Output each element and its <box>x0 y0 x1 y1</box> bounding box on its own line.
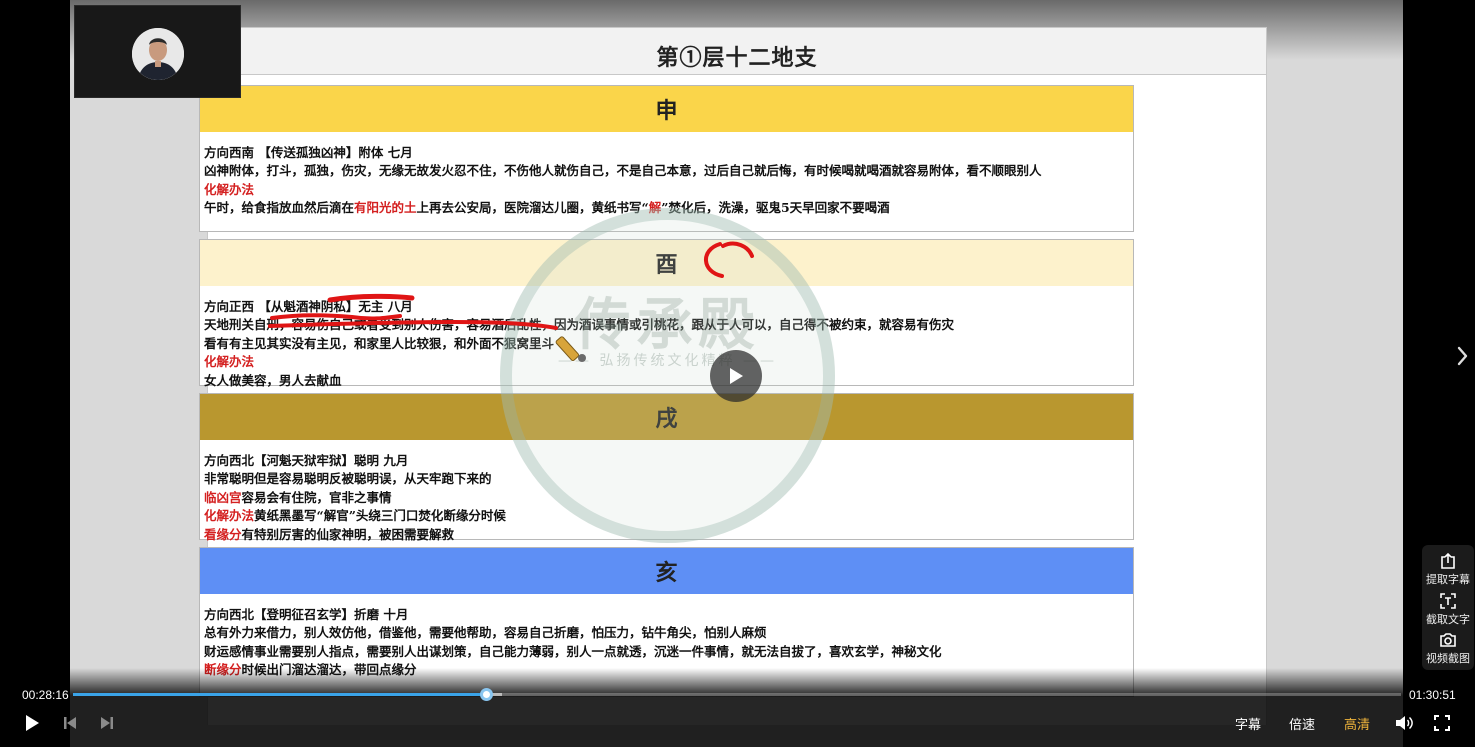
highlight-text: 临凶宫 <box>204 489 242 505</box>
body-text: ”焚化后，洗澡，驱鬼5天早回家不要喝酒 <box>661 200 890 216</box>
play-button[interactable] <box>22 712 42 734</box>
body-text: 午时，给食指放血然后滴在 <box>204 200 355 216</box>
body-text: 凶神附体，打斗，孤独，伤灾，无缘无故发火忍不住，不伤他人就伤自己，不是自己本意，… <box>204 163 1042 179</box>
highlight-text: 解 <box>648 200 662 216</box>
section-line: 方向正西 【从魁酒神阴私】无主 八月 <box>204 298 1129 316</box>
section-line: 看有有主见其实没有主见，和家里人比较狠，和外面不狠窝里斗 <box>204 335 1129 353</box>
fullscreen-button[interactable] <box>1431 712 1453 734</box>
highlight-text: 化解办法 <box>204 508 255 524</box>
play-icon <box>730 368 743 384</box>
body-text: 方向西北【河魁天狱牢狱】聪明 九月 <box>204 453 409 468</box>
slide-section: 申方向西南 【传送孤独凶神】附体 七月凶神附体，打斗，孤独，伤灾，无缘无故发火忍… <box>199 85 1134 232</box>
body-text: 容易会有住院，官非之事情 <box>241 489 392 505</box>
play-icon <box>26 715 39 731</box>
body-text: 方向西南 【传送孤独凶神】附体 七月 <box>204 145 413 160</box>
section-line: 天地刑关自刑，容易伤自己或者受到别人伤害，容易酒后乱性，因为酒误事情或引桃花，跟… <box>204 316 1129 334</box>
section-line: 午时，给食指放血然后滴在有阳光的土上再去公安局，医院溜达儿圈，黄纸书写“解”焚化… <box>204 199 1129 217</box>
quality-button[interactable]: 高清 <box>1341 712 1373 734</box>
body-text: 有特别厉害的仙家神明，被困需要解救 <box>241 526 455 542</box>
body-text: 天地刑关自刑，容易伤自己或者受到别人伤害，容易酒后乱性，因为酒误事情或引桃花，跟… <box>204 317 955 333</box>
body-text: 方向正西 【从魁酒神阴私】无主 八月 <box>204 299 413 314</box>
speed-button[interactable]: 倍速 <box>1286 712 1318 734</box>
slide-section: 戌方向西北【河魁天狱牢狱】聪明 九月非常聪明但是容易聪明反被聪明误，从天牢跑下来… <box>199 393 1134 542</box>
subtitle-button[interactable]: 字幕 <box>1232 712 1264 734</box>
center-play-button[interactable] <box>710 350 762 402</box>
highlight-text: 有阳光的土 <box>354 200 417 216</box>
skip-previous-icon <box>64 717 76 729</box>
total-time: 01:30:51 <box>1409 688 1456 702</box>
body-text: 方向西北【登明征召玄学】折磨 十月 <box>204 607 409 622</box>
capture-text-label: 截取文字 <box>1426 613 1470 626</box>
section-line: 方向西北【登明征召玄学】折磨 十月 <box>204 606 1129 624</box>
next-button[interactable] <box>97 712 117 734</box>
section-line: 方向西北【河魁天狱牢狱】聪明 九月 <box>204 452 1129 470</box>
section-line: 临凶宫容易会有住院，官非之事情 <box>204 489 1129 507</box>
section-line: 化解办法 <box>204 181 1129 199</box>
skip-next-icon <box>101 717 113 729</box>
section-line: 化解办法黄纸黑墨写“解官”头绕三门口焚化断缘分时候 <box>204 507 1129 525</box>
camera-icon <box>1440 633 1456 647</box>
previous-button[interactable] <box>60 712 80 734</box>
body-text: 非常聪明但是容易聪明反被聪明误，从天牢跑下来的 <box>204 471 492 487</box>
section-line: 方向西南 【传送孤独凶神】附体 七月 <box>204 144 1129 162</box>
capture-text-icon <box>1440 593 1456 609</box>
body-text: 总有外力来借力，别人效仿他，借鉴他，需要他帮助，容易自己折磨，怕压力，钻牛角尖，… <box>204 625 767 641</box>
body-text: 看有有主见其实没有主见，和家里人比较狠，和外面不狠窝里斗 <box>204 335 555 351</box>
body-text: 女人做美容，男人去献血 <box>204 372 342 388</box>
capture-text-button[interactable]: 截取文字 <box>1422 592 1474 632</box>
fullscreen-icon <box>1434 715 1450 731</box>
section-line: 凶神附体，打斗，孤独，伤灾，无缘无故发火忍不住，不伤他人就伤自己，不是自己本意，… <box>204 162 1129 180</box>
extract-subtitle-icon <box>1441 552 1455 569</box>
highlight-text: 看缘分 <box>204 526 242 542</box>
section-heading: 酉 <box>200 240 1133 286</box>
side-toolbar: 提取字幕 截取文字 视频截图 <box>1422 545 1474 670</box>
presenter-avatar <box>132 28 184 80</box>
section-line: 总有外力来借力，别人效仿他，借鉴他，需要他帮助，容易自己折磨，怕压力，钻牛角尖，… <box>204 624 1129 642</box>
section-line: 女人做美容，男人去献血 <box>204 372 1129 390</box>
section-body: 方向西北【河魁天狱牢狱】聪明 九月非常聪明但是容易聪明反被聪明误，从天牢跑下来的… <box>200 440 1133 544</box>
highlight-text: 化解办法 <box>204 354 255 370</box>
progress-thumb[interactable] <box>480 688 493 701</box>
chevron-right-icon <box>1457 346 1468 366</box>
section-line: 化解办法 <box>204 353 1129 371</box>
volume-icon <box>1396 716 1413 730</box>
extract-subtitle-button[interactable]: 提取字幕 <box>1422 552 1474 592</box>
section-line: 看缘分有特别厉害的仙家神明，被困需要解救 <box>204 526 1129 544</box>
section-heading: 亥 <box>200 548 1133 594</box>
section-line: 非常聪明但是容易聪明反被聪明误，从天牢跑下来的 <box>204 470 1129 488</box>
body-text: 财运感情事业需要别人指点，需要别人出谋划策，自己能力薄弱，别人一点就透，沉迷一件… <box>204 643 942 659</box>
slide-section: 酉方向正西 【从魁酒神阴私】无主 八月天地刑关自刑，容易伤自己或者受到别人伤害，… <box>199 239 1134 388</box>
video-screenshot-label: 视频截图 <box>1426 652 1470 665</box>
body-text: 黄纸黑墨写“解官”头绕三门口焚化断缘分时候 <box>254 508 506 524</box>
section-heading: 戌 <box>200 394 1133 440</box>
player-controls: 00:28:16 01:30:51 字幕 倍速 高清 <box>0 668 1475 747</box>
section-body: 方向西北【登明征召玄学】折磨 十月总有外力来借力，别人效仿他，借鉴他，需要他帮助… <box>200 594 1133 680</box>
video-screenshot-button[interactable]: 视频截图 <box>1422 631 1474 671</box>
slide-title: 第①层十二地支 <box>656 45 818 71</box>
progress-bar[interactable] <box>73 688 1401 701</box>
body-text: 上再去公安局，医院溜达儿圈，黄纸书写“ <box>416 200 649 216</box>
section-body: 方向正西 【从魁酒神阴私】无主 八月天地刑关自刑，容易伤自己或者受到别人伤害，容… <box>200 286 1133 390</box>
next-page-button[interactable] <box>1456 344 1475 372</box>
current-time: 00:28:16 <box>22 688 69 702</box>
section-body: 方向西南 【传送孤独凶神】附体 七月凶神附体，打斗，孤独，伤灾，无缘无故发火忍不… <box>200 132 1133 218</box>
extract-subtitle-label: 提取字幕 <box>1426 573 1470 586</box>
presenter-webcam <box>74 5 241 98</box>
section-heading: 申 <box>200 86 1133 132</box>
slide-header: 第①层十二地支 <box>207 27 1267 75</box>
highlight-text: 化解办法 <box>204 181 255 197</box>
section-line: 财运感情事业需要别人指点，需要别人出谋划策，自己能力薄弱，别人一点就透，沉迷一件… <box>204 643 1129 661</box>
volume-button[interactable] <box>1393 712 1415 734</box>
progress-fill <box>73 693 486 696</box>
